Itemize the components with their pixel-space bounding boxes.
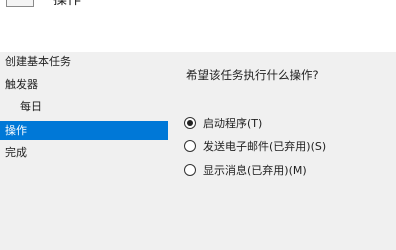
step-action[interactable]: 操作 (0, 121, 168, 140)
page-title: 操作 (53, 0, 81, 8)
radio-display-message[interactable]: 显示消息(已弃用)(M) (184, 162, 307, 178)
radio-label: 启动程序(T) (203, 117, 263, 130)
radio-selected-icon[interactable] (184, 117, 196, 129)
radio-label: 发送电子邮件(已弃用)(S) (203, 140, 327, 153)
radio-unselected-icon[interactable] (184, 164, 196, 176)
step-trigger[interactable]: 触发器 (0, 75, 168, 94)
action-question: 希望该任务执行什么操作? (186, 68, 319, 82)
radio-label: 显示消息(已弃用)(M) (203, 164, 307, 177)
task-icon (6, 0, 34, 7)
step-daily[interactable]: 每日 (0, 97, 168, 116)
wizard-header: 操作 (0, 0, 396, 52)
step-create-basic-task[interactable]: 创建基本任务 (0, 52, 168, 71)
radio-unselected-icon[interactable] (184, 140, 196, 152)
radio-start-program[interactable]: 启动程序(T) (184, 115, 262, 131)
step-finish[interactable]: 完成 (0, 143, 168, 162)
radio-send-email[interactable]: 发送电子邮件(已弃用)(S) (184, 138, 326, 154)
